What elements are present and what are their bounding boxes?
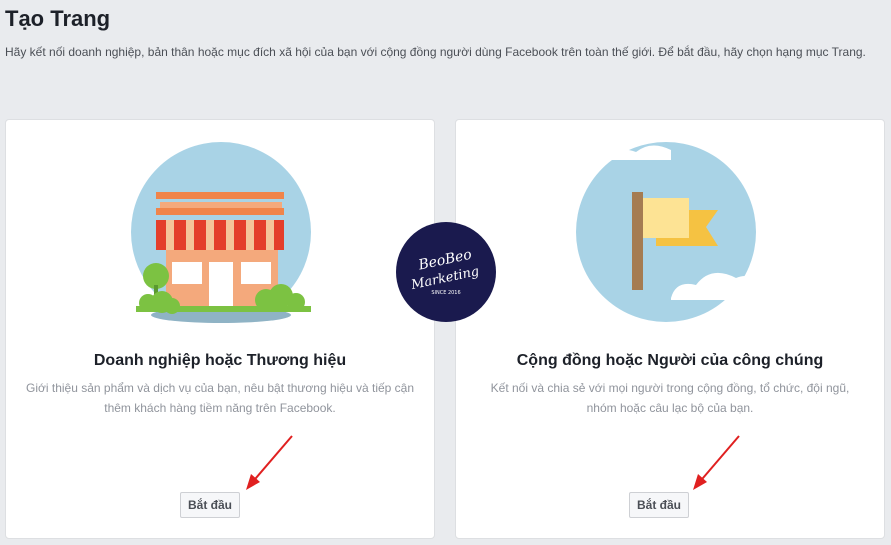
get-started-button[interactable]: Bắt đầu <box>629 492 689 518</box>
brand-logo: BeoBeo Marketing SINCE 2016 <box>396 222 496 322</box>
red-arrow-icon <box>246 435 293 490</box>
card-description: Giới thiệu sản phẩm và dịch vụ của bạn, … <box>26 381 415 415</box>
business-brand-card[interactable]: Doanh nghiệp hoặc Thương hiệu Giới thiệu… <box>5 119 435 539</box>
flag-icon <box>576 142 764 322</box>
storefront-icon <box>131 142 311 323</box>
card-description: Kết nối và chia sẻ với mọi người trong c… <box>490 381 850 415</box>
get-started-button[interactable]: Bắt đầu <box>180 492 240 518</box>
community-public-figure-card[interactable]: Cộng đồng hoặc Người của công chúng Kết … <box>455 119 885 539</box>
card-title: Doanh nghiệp hoặc Thương hiệu <box>93 352 347 369</box>
card-title: Cộng đồng hoặc Người của công chúng <box>516 352 824 369</box>
logo-line3: SINCE 2016 <box>431 290 460 296</box>
red-arrow-icon <box>693 435 740 490</box>
page-title: Tạo Trang <box>5 6 111 31</box>
page-subtitle: Hãy kết nối doanh nghiệp, bản thân hoặc … <box>5 45 866 59</box>
